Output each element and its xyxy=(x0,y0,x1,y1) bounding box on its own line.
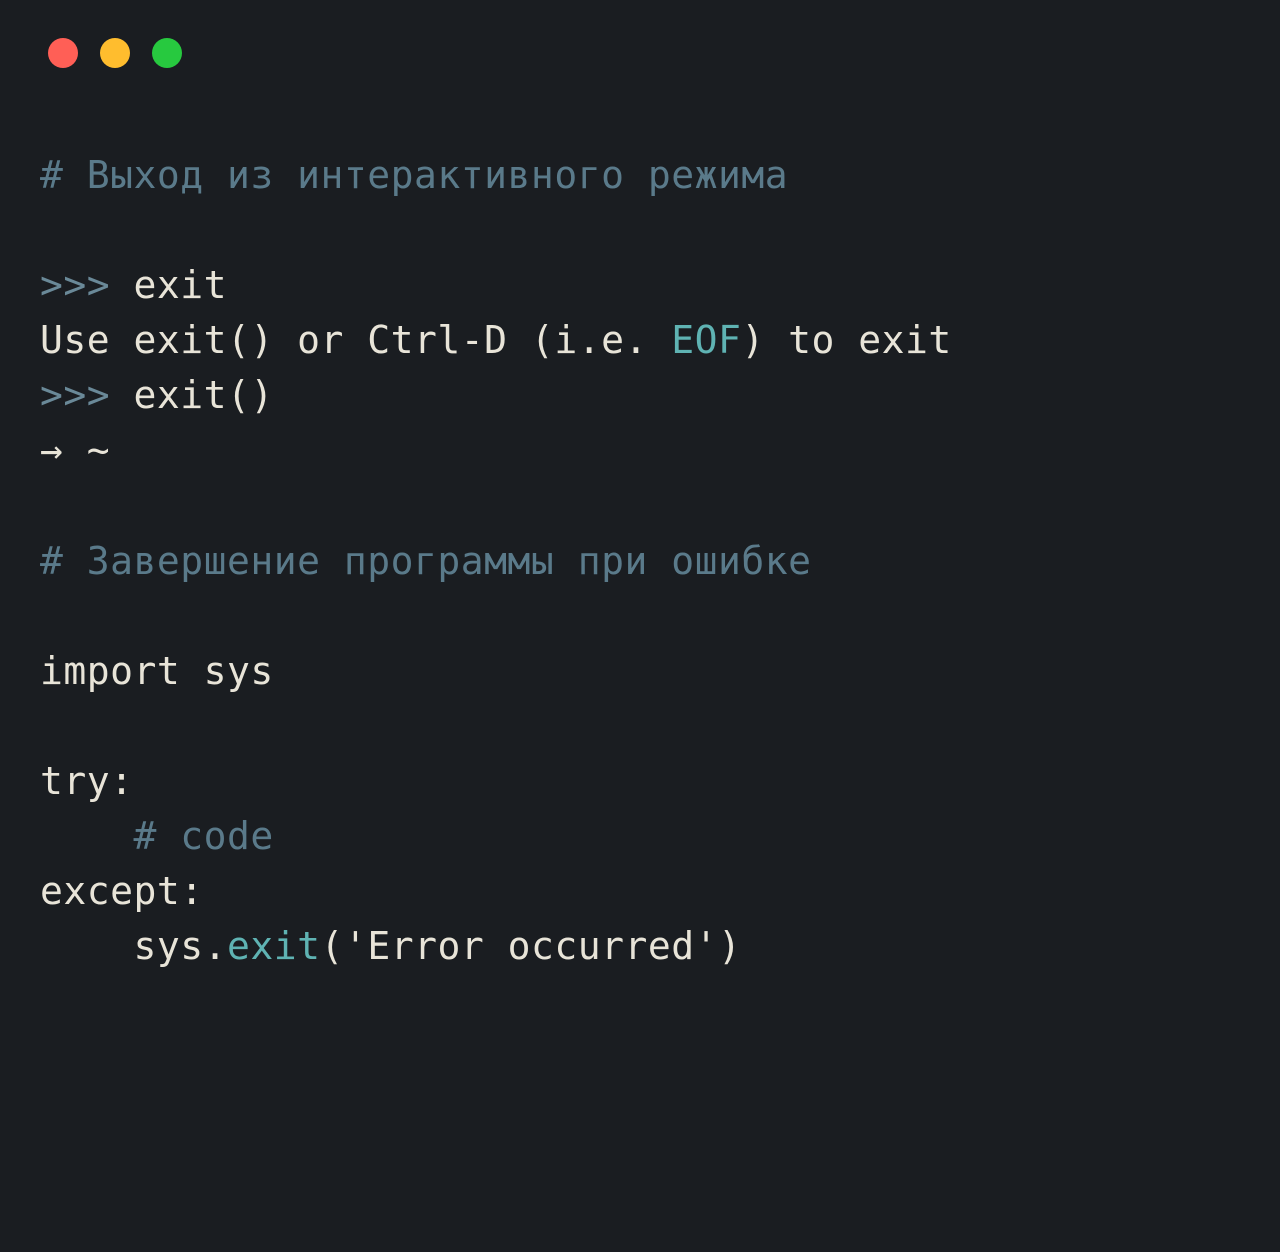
comment-line: # Завершение программы при ошибке xyxy=(40,539,811,583)
keyword-try: try: xyxy=(40,759,134,803)
code-text: exit xyxy=(134,263,228,307)
paren: ( xyxy=(321,924,344,968)
indent xyxy=(40,814,134,858)
code-text: sys. xyxy=(40,924,227,968)
keyword-except: except: xyxy=(40,869,204,913)
code-block: # Выход из интерактивного режима >>> exi… xyxy=(40,148,1240,974)
comment-line: # code xyxy=(134,814,274,858)
comment-line: # Выход из интерактивного режима xyxy=(40,153,788,197)
paren: ) xyxy=(718,924,741,968)
close-icon[interactable] xyxy=(48,38,78,68)
keyword-import: import xyxy=(40,649,180,693)
eof-token: EOF xyxy=(671,318,741,362)
minimize-icon[interactable] xyxy=(100,38,130,68)
repl-prompt: >>> xyxy=(40,263,134,307)
code-text: sys xyxy=(180,649,274,693)
shell-prompt: → ~ xyxy=(40,428,110,472)
traffic-lights xyxy=(48,38,1240,68)
code-text: ) to exit xyxy=(741,318,951,362)
code-text: exit() xyxy=(134,373,274,417)
string-literal: 'Error occurred' xyxy=(344,924,718,968)
code-text: Use exit() or Ctrl-D (i.e. xyxy=(40,318,671,362)
terminal-window: # Выход из интерактивного режима >>> exi… xyxy=(0,0,1280,1252)
function-call: exit xyxy=(227,924,321,968)
maximize-icon[interactable] xyxy=(152,38,182,68)
repl-prompt: >>> xyxy=(40,373,134,417)
